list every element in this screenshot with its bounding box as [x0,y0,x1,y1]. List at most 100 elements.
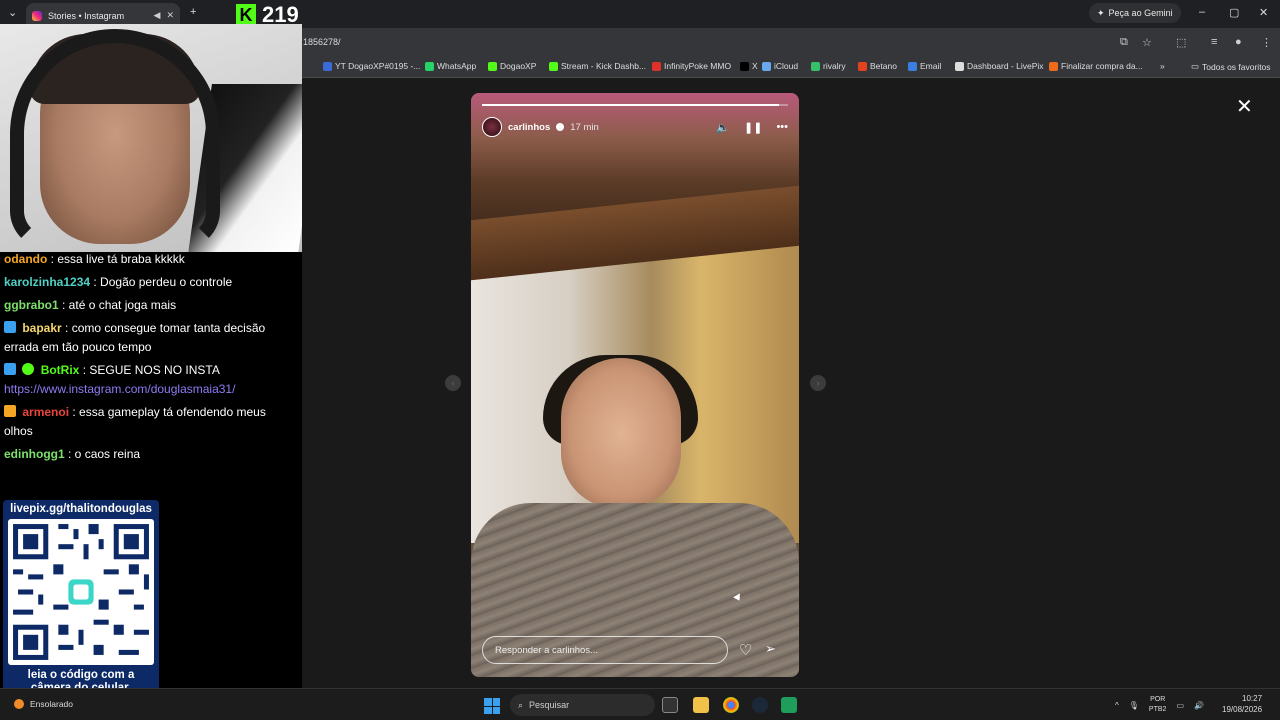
verified-badge-icon [556,123,565,131]
file-explorer-icon[interactable] [693,697,709,713]
new-tab-button[interactable]: + [190,6,196,18]
bookmark-item[interactable]: InfinityPoke MMO [652,61,731,71]
search-placeholder: Pesquisar [529,700,570,710]
bookmark-favicon-icon [811,61,820,71]
address-bar-url[interactable]: 1856278/ [303,37,341,47]
story-progress-fill [482,104,779,106]
like-heart-icon[interactable]: ♡ [739,641,752,659]
speaker-icon[interactable]: 🔊 [1194,701,1204,710]
obs-app-icon[interactable] [781,697,797,713]
clock-date: 19/08/2026 [1222,705,1263,714]
stream-chat-overlay: odando : essa live tá braba kkkkk karolz… [0,248,300,470]
search-icon: ⌕ [518,699,524,710]
close-story-icon[interactable]: ✕ [1236,94,1253,119]
chat-text: : SEGUE NOS NO INSTA [82,363,220,377]
send-paper-plane-icon[interactable]: ➢ [765,641,776,657]
chat-link[interactable]: https://www.instagram.com/douglasmaia31/ [4,382,235,396]
chat-username: odando [4,252,48,266]
microphone-icon[interactable]: 🎙 [1129,701,1139,710]
install-app-icon[interactable]: ⧉ [1120,36,1128,49]
bookmark-star-icon[interactable]: ☆ [1142,36,1152,49]
bookmark-item[interactable]: rivalry [811,61,846,71]
bookmark-favicon-icon [323,61,332,71]
maximize-icon[interactable]: ▢ [1229,6,1239,19]
bookmark-item[interactable]: X [740,61,758,71]
kick-logo-icon: K [236,4,256,26]
subscriber-badge-icon [4,321,16,333]
bookmark-item[interactable]: YT DogaoXP#0195 -... [323,61,420,71]
language-code: POR [1150,696,1166,703]
livepix-url: livepix.gg/thalitondouglas [10,503,152,515]
network-icon[interactable]: ▭ [1176,701,1184,710]
all-bookmarks-folder[interactable]: ▭ Todos os favoritos [1191,61,1271,72]
streamer-webcam [0,24,302,252]
tab-mute-icon[interactable]: ◀ [154,10,161,21]
bookmark-item[interactable]: iCloud [762,61,798,71]
minimize-icon[interactable]: – [1199,6,1205,18]
chat-username: karolzinha1234 [4,275,91,289]
gemini-label: Peça ao Gemini [1108,8,1173,18]
close-window-icon[interactable]: ✕ [1259,6,1268,19]
chat-message: odando : essa live tá braba kkkkk [4,250,296,269]
system-tray: ^ 🎙 POR PTB2 ▭ 🔊 [1115,695,1204,715]
bookmark-favicon-icon [549,61,558,71]
language-indicator[interactable]: POR PTB2 [1149,695,1167,715]
windows-taskbar: Ensolarado ⌕ Pesquisar ^ 🎙 POR PTB2 ▭ 🔊 … [0,688,1280,720]
chat-text: : Dogão perdeu o controle [93,275,233,289]
taskbar-clock[interactable]: 10:27 19/08/2026 [1222,693,1262,715]
story-header: carlinhos 17 min 🔈 ❚❚ ••• [482,115,788,139]
bookmark-item[interactable]: Finalizar compra da... [1049,61,1143,71]
chrome-icon[interactable] [723,697,739,713]
story-card[interactable]: carlinhos 17 min 🔈 ❚❚ ••• Responder a ca… [471,93,799,677]
more-options-icon[interactable]: ••• [776,121,788,134]
menu-kebab-icon[interactable]: ⋮ [1261,36,1272,49]
bookmark-item[interactable]: WhatsApp [425,61,476,71]
bookmark-label: WhatsApp [437,61,477,71]
crown-badge-icon [4,405,16,417]
folder-icon: ▭ [1191,61,1200,71]
previous-story-arrow-icon[interactable]: ‹ [445,375,461,391]
gemini-icon: ✦ [1097,7,1105,18]
weather-widget[interactable]: Ensolarado [14,699,73,709]
keyboard-layout: PTB2 [1148,706,1167,713]
bookmark-item[interactable]: Betano [858,61,897,71]
qr-code-icon [8,519,154,665]
tab-close-icon[interactable]: ✕ [166,10,174,21]
bookmark-item[interactable]: DogaoXP [488,61,536,71]
chat-username: armenoi [22,405,70,419]
media-controls-icon[interactable]: ≡ [1211,36,1217,48]
chat-username: BotRix [40,363,80,377]
task-view-icon[interactable] [662,697,678,713]
story-progress-bar [482,104,788,106]
sun-icon [14,699,24,709]
bookmark-favicon-icon [425,61,434,71]
windows-start-icon[interactable] [484,698,500,714]
bot-badge-icon [4,363,16,375]
bookmark-label: Betano [870,61,897,71]
extensions-icon[interactable]: ⬚ [1176,36,1186,49]
story-username[interactable]: carlinhos [508,122,550,133]
bookmark-item[interactable]: Dashboard - LivePix [955,61,1044,71]
tab-search-icon[interactable]: ⌄ [8,6,17,19]
profile-avatar-icon[interactable]: ● [1235,36,1242,48]
next-story-arrow-icon[interactable]: › [810,375,826,391]
bookmark-favicon-icon [488,61,497,71]
ask-gemini-button[interactable]: ✦ Peça ao Gemini [1089,3,1181,23]
chat-message: armenoi : essa gameplay tá ofendendo meu… [4,403,296,441]
story-reply-input[interactable]: Responder a carlinhos... [482,636,728,664]
tab-title: Stories • Instagram [48,10,125,21]
volume-icon[interactable]: 🔈 [716,121,730,134]
bookmark-favicon-icon [652,61,661,71]
bookmark-item[interactable]: Stream - Kick Dashb... [549,61,646,71]
chat-message: ggbrabo1 : até o chat joga mais [4,296,296,315]
taskbar-search-input[interactable]: ⌕ Pesquisar [510,694,655,716]
pause-icon[interactable]: ❚❚ [744,121,762,134]
bookmark-label: YT DogaoXP#0195 -... [335,61,421,71]
story-avatar[interactable] [482,117,502,137]
bookmark-item[interactable]: Email [908,61,941,71]
bookmark-label: Stream - Kick Dashb... [561,61,647,71]
show-hidden-icons-icon[interactable]: ^ [1115,701,1119,710]
more-bookmarks-icon[interactable]: » [1160,61,1165,71]
steam-icon[interactable] [752,697,768,713]
chat-username: edinhogg1 [4,447,65,461]
